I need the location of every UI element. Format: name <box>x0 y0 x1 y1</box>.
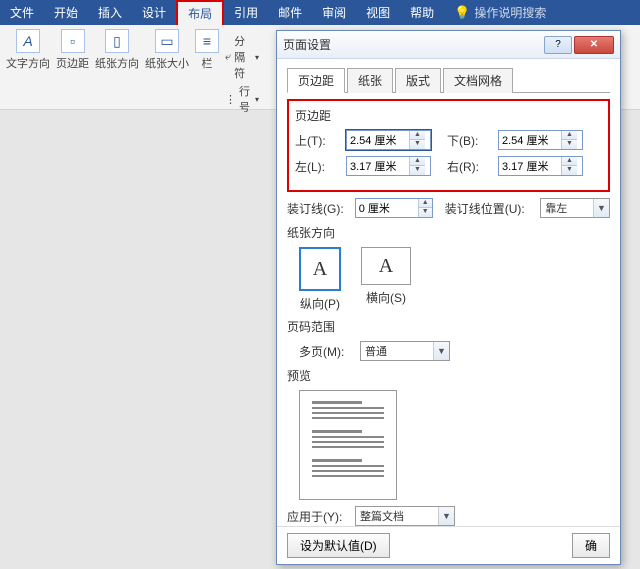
multi-pages-combo[interactable]: 普通▼ <box>360 341 450 361</box>
menu-home[interactable]: 开始 <box>44 0 88 25</box>
gutter-input[interactable]: ▲▼ <box>355 198 433 218</box>
tell-me-label: 操作说明搜索 <box>474 4 546 21</box>
tell-me-search[interactable]: 💡 操作说明搜索 <box>444 0 556 25</box>
tab-layout[interactable]: 版式 <box>395 68 441 93</box>
ok-button[interactable]: 确 <box>572 533 610 558</box>
close-button[interactable]: ✕ <box>574 36 614 54</box>
top-label: 上(T): <box>295 132 340 149</box>
ribbon-group-page-setup: A文字方向 ▫页边距 ▯纸张方向 ▭纸张大小 ≡栏 ⤶分隔符▾ ⋮行号▾ bc断… <box>0 25 265 109</box>
page-setup-dialog: 页面设置 ? ✕ 页边距 纸张 版式 文档网格 页边距 上(T): ▲▼ 下(B… <box>276 30 621 565</box>
menu-file[interactable]: 文件 <box>0 0 44 25</box>
right-margin-input[interactable]: ▲▼ <box>498 156 583 176</box>
tab-grid[interactable]: 文档网格 <box>443 68 513 93</box>
right-label: 右(R): <box>447 158 492 175</box>
margins-heading: 页边距 <box>295 107 602 124</box>
menu-layout[interactable]: 布局 <box>176 0 224 25</box>
orientation-heading: 纸张方向 <box>287 224 610 241</box>
help-button[interactable]: ? <box>544 36 572 54</box>
multi-pages-label: 多页(M): <box>299 343 354 360</box>
line-num-icon: ⋮ <box>225 93 236 106</box>
top-margin-input[interactable]: ▲▼ <box>346 130 431 150</box>
menu-view[interactable]: 视图 <box>356 0 400 25</box>
dialog-titlebar[interactable]: 页面设置 ? ✕ <box>277 31 620 59</box>
gutter-pos-combo[interactable]: 靠左▼ <box>540 198 610 218</box>
lightbulb-icon: 💡 <box>454 5 470 21</box>
portrait-icon: A <box>299 247 341 291</box>
set-default-button[interactable]: 设为默认值(D) <box>287 533 390 558</box>
gutter-pos-label: 装订线位置(U): <box>445 200 535 217</box>
text-direction-button[interactable]: A文字方向 <box>6 29 50 71</box>
chevron-down-icon[interactable]: ▼ <box>593 199 609 217</box>
left-margin-input[interactable]: ▲▼ <box>346 156 431 176</box>
columns-button[interactable]: ≡栏 <box>195 29 219 71</box>
apply-to-combo[interactable]: 整篇文档▼ <box>355 506 455 526</box>
menu-references[interactable]: 引用 <box>224 0 268 25</box>
margins-button[interactable]: ▫页边距 <box>56 29 89 71</box>
orientation-button[interactable]: ▯纸张方向 <box>95 29 139 71</box>
spin-up-icon[interactable]: ▲ <box>410 131 425 140</box>
breaks-button[interactable]: ⤶分隔符▾ <box>225 33 259 81</box>
dialog-tabs: 页边距 纸张 版式 文档网格 <box>287 67 610 93</box>
landscape-option[interactable]: A 横向(S) <box>361 247 411 312</box>
menu-help[interactable]: 帮助 <box>400 0 444 25</box>
bottom-label: 下(B): <box>447 132 492 149</box>
landscape-icon: A <box>361 247 411 285</box>
line-numbers-button[interactable]: ⋮行号▾ <box>225 83 259 115</box>
pages-heading: 页码范围 <box>287 318 610 335</box>
tab-paper[interactable]: 纸张 <box>347 68 393 93</box>
tab-margins[interactable]: 页边距 <box>287 68 345 93</box>
menubar: 文件 开始 插入 设计 布局 引用 邮件 审阅 视图 帮助 💡 操作说明搜索 <box>0 0 640 25</box>
breaks-icon: ⤶ <box>225 51 231 64</box>
left-label: 左(L): <box>295 158 340 175</box>
menu-insert[interactable]: 插入 <box>88 0 132 25</box>
gutter-label: 装订线(G): <box>287 200 349 217</box>
spin-down-icon[interactable]: ▼ <box>410 140 425 149</box>
menu-review[interactable]: 审阅 <box>312 0 356 25</box>
apply-to-label: 应用于(Y): <box>287 508 349 525</box>
preview-heading: 预览 <box>287 367 610 384</box>
bottom-margin-input[interactable]: ▲▼ <box>498 130 583 150</box>
portrait-option[interactable]: A 纵向(P) <box>299 247 341 312</box>
preview-thumbnail <box>299 390 397 500</box>
size-button[interactable]: ▭纸张大小 <box>145 29 189 71</box>
dialog-footer: 设为默认值(D) 确 <box>277 526 620 564</box>
menu-design[interactable]: 设计 <box>132 0 176 25</box>
menu-mailings[interactable]: 邮件 <box>268 0 312 25</box>
dialog-title: 页面设置 <box>283 36 542 53</box>
margins-section: 页边距 上(T): ▲▼ 下(B): ▲▼ 左(L): ▲▼ 右(R): ▲▼ <box>287 99 610 192</box>
